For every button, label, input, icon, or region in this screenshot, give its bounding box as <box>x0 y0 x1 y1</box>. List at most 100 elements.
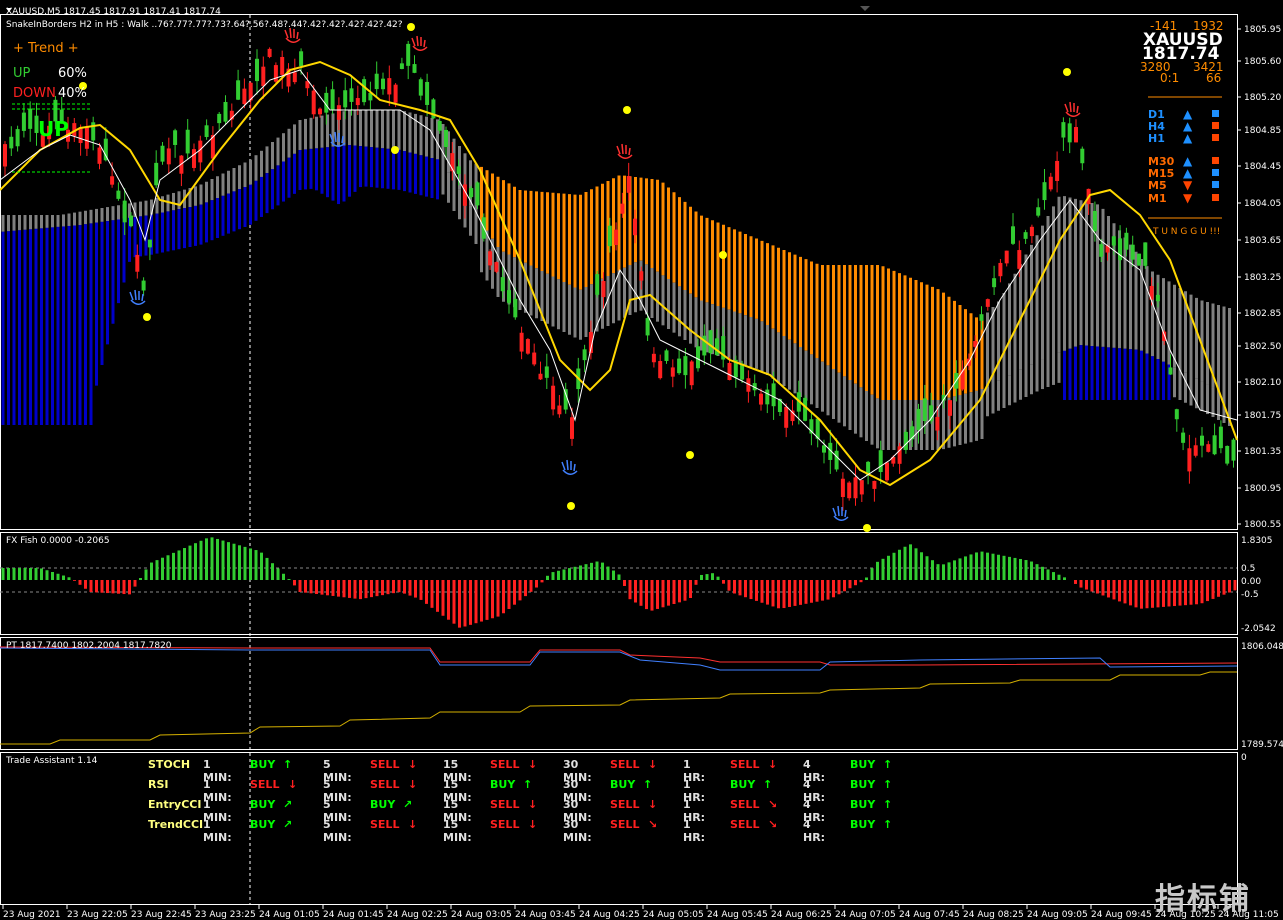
candle-body <box>1187 448 1192 472</box>
fractal-dot <box>1063 68 1071 76</box>
ta-signal-arrow-icon: ↑ <box>883 758 893 771</box>
candle-body <box>261 66 266 87</box>
buy-hand-icon <box>129 289 146 305</box>
price-axis-label: 1803.25 <box>1244 273 1281 283</box>
pt-axis-label: 1806.0488 <box>1241 642 1283 652</box>
candle-body <box>1212 435 1217 455</box>
price-axis-label: 1804.05 <box>1244 199 1281 209</box>
ta-signal-buy: BUY <box>250 758 276 771</box>
candle-body <box>311 90 316 115</box>
watermark: 指标铺 <box>1155 882 1251 917</box>
candle-body <box>532 352 537 365</box>
ta-signal-arrow-icon: ↑ <box>883 778 893 791</box>
ta-signal-sell: SELL <box>250 778 280 791</box>
candle-body <box>1011 226 1015 244</box>
candle-body <box>582 349 587 361</box>
pricebox-ratio: 0:1 <box>1160 71 1180 85</box>
sell-hand-icon <box>411 35 428 51</box>
hand-finger <box>134 289 137 301</box>
candle-body <box>122 200 127 223</box>
candle-body <box>173 130 178 145</box>
time-axis-label: 24 Aug 03:05 <box>451 910 512 920</box>
ta-signal-buy: BUY <box>850 798 876 811</box>
candle-body <box>979 314 984 321</box>
candle-body <box>3 144 7 167</box>
candle-body <box>1029 226 1034 237</box>
candle-body <box>903 431 908 450</box>
candle-body <box>1137 253 1141 266</box>
candle-body <box>771 383 776 407</box>
candle-body <box>557 405 562 415</box>
fractal-dot <box>623 106 631 114</box>
ta-signal-sell: SELL <box>490 758 520 771</box>
ta-signal-arrow-icon: ↑ <box>883 798 893 811</box>
candle-body <box>670 367 675 377</box>
candle-body <box>607 225 612 247</box>
ta-signal-buy: BUY <box>250 818 276 831</box>
ta-timeframe-label: 1 MIN: <box>203 818 232 844</box>
time-axis-label: 23 Aug 22:45 <box>131 910 192 920</box>
candle-body <box>198 140 203 163</box>
candle-body <box>639 271 644 281</box>
hand-finger <box>573 463 576 472</box>
hand-palm <box>1065 111 1081 117</box>
chart-canvas[interactable]: 1805.95 1805.60 1805.20 1804.85 1804.45 1804.… <box>0 0 1283 920</box>
trade-assistant-axis: 0 <box>1241 753 1247 763</box>
candle-body <box>664 350 669 361</box>
candle-body <box>626 176 631 193</box>
candle-body <box>803 397 808 421</box>
symbol-header-text: XAUUSD,M5 1817.45 1817.91 1817.41 1817.7… <box>6 7 221 17</box>
candle-body <box>110 176 115 185</box>
ta-signal-arrow-icon: ↓ <box>288 778 298 791</box>
tf-status-square <box>1212 181 1219 188</box>
candle-body <box>759 393 763 405</box>
ta-signal-sell: SELL <box>730 798 760 811</box>
tf-status-square <box>1212 122 1219 129</box>
candle-body <box>878 450 883 473</box>
ta-signal-arrow-icon: ↑ <box>283 758 293 771</box>
candle-body <box>570 417 574 439</box>
candle-body <box>1143 242 1148 266</box>
candle-body <box>525 339 530 354</box>
candle-body <box>614 229 619 246</box>
ta-timeframe-label: 1 HR: <box>683 818 706 844</box>
candle-body <box>872 480 877 489</box>
pricebox-right-bottom: 66 <box>1206 71 1222 85</box>
ta-signal-buy: BUY <box>610 778 636 791</box>
time-axis-label: 24 Aug 08:25 <box>963 910 1024 920</box>
scroll-marker-icon <box>860 6 870 11</box>
candle-body <box>840 478 845 498</box>
price-axis-label: 1801.35 <box>1244 447 1281 457</box>
hand-finger <box>284 29 289 39</box>
ta-signal-arrow-icon: ↘ <box>768 798 778 811</box>
candle-body <box>513 298 518 318</box>
candle-body <box>147 239 152 248</box>
candle-body <box>192 149 196 168</box>
hand-finger <box>296 31 299 40</box>
hand-finger <box>334 131 337 143</box>
hand-finger <box>129 291 134 301</box>
symbol-header: XAUUSD,M5 1817.45 1817.91 1817.41 1817.7… <box>6 7 221 17</box>
ta-signal-arrow-icon: ↓ <box>528 758 538 771</box>
candle-body <box>494 262 499 272</box>
price-axis-label: 1805.60 <box>1244 57 1281 67</box>
candle-body <box>1111 236 1116 246</box>
price-axis-label: 1803.65 <box>1244 236 1281 246</box>
pt-window-frame <box>0 637 1238 750</box>
price-axis-label: 1802.10 <box>1244 378 1281 388</box>
pt-yellow-line <box>0 671 1237 745</box>
tf-label-m5: M5 <box>1148 179 1167 192</box>
candle-body <box>399 63 404 69</box>
ta-timeframe-label: 5 MIN: <box>323 818 352 844</box>
candle-body <box>601 280 606 298</box>
candle-body <box>9 136 14 149</box>
candle-body <box>992 278 997 288</box>
price-axis-label: 1805.95 <box>1244 25 1281 35</box>
time-axis-label: 24 Aug 07:45 <box>899 910 960 920</box>
fish-axis-label: -0.5 <box>1241 590 1259 600</box>
time-axis-label: 24 Aug 05:05 <box>643 910 704 920</box>
fractal-dot <box>719 251 727 259</box>
candle-body <box>1200 435 1204 446</box>
candle-body <box>1168 367 1173 375</box>
candle-body <box>28 108 33 129</box>
